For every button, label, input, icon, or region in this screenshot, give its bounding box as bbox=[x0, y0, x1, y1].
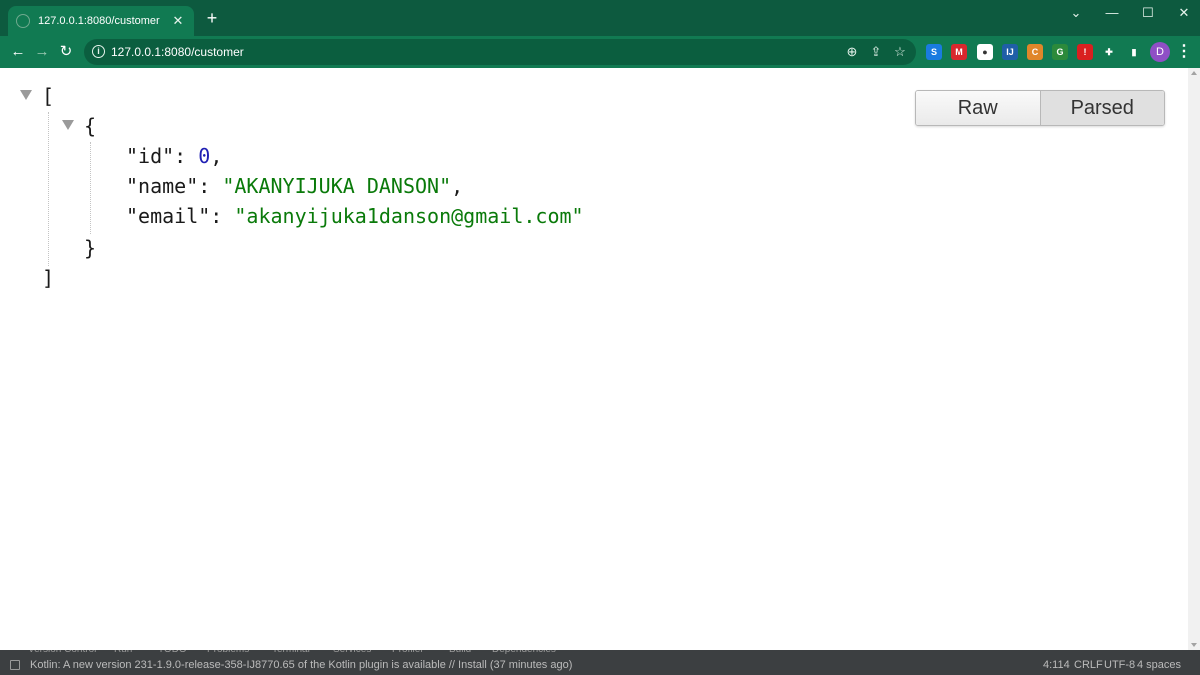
page-viewport: [ { "id": 0, "name": "AKANYIJUKA DANSON",… bbox=[0, 68, 1188, 650]
json-separator: : bbox=[210, 204, 235, 228]
json-field-row: "id": 0, bbox=[126, 144, 222, 168]
share-icon[interactable]: ⇪ bbox=[868, 44, 884, 60]
object-close-brace: } bbox=[84, 236, 97, 260]
json-trailing-comma: , bbox=[210, 144, 223, 168]
browser-toolbar: ← → ↻ i 127.0.0.1:8080/customer ⊕ ⇪ ☆ SM… bbox=[0, 36, 1200, 68]
object-open-brace: { bbox=[84, 114, 97, 138]
tab-close-icon[interactable]: ✕ bbox=[170, 13, 186, 29]
raw-button[interactable]: Raw bbox=[916, 91, 1040, 125]
tool-window-tab[interactable]: Terminal bbox=[272, 650, 310, 655]
tab-title: 127.0.0.1:8080/customer bbox=[38, 15, 160, 27]
puzzle-extension-icon[interactable]: ✚ bbox=[1101, 44, 1117, 60]
maximize-icon[interactable]: ☐ bbox=[1128, 2, 1168, 24]
tool-window-tab[interactable]: Problems bbox=[207, 650, 249, 655]
indent-setting[interactable]: 4 spaces bbox=[1137, 659, 1181, 671]
caret-position[interactable]: 4:114 bbox=[1043, 659, 1070, 671]
mega-extension-icon[interactable]: M bbox=[951, 44, 967, 60]
globe-extension-icon[interactable]: G bbox=[1052, 44, 1068, 60]
file-encoding[interactable]: UTF-8 bbox=[1104, 659, 1135, 671]
status-message[interactable]: Kotlin: A new version 231-1.9.0-release-… bbox=[30, 659, 572, 671]
json-separator: : bbox=[174, 144, 199, 168]
tool-window-tab[interactable]: TODO bbox=[158, 650, 187, 655]
json-value: 0 bbox=[198, 144, 211, 168]
zoom-icon[interactable]: ⊕ bbox=[844, 44, 860, 60]
collapse-object-triangle-icon[interactable] bbox=[62, 120, 74, 130]
browser-tab-strip: 127.0.0.1:8080/customer ✕ + ⌄ — ☐ ✕ bbox=[0, 0, 1200, 36]
tool-window-tab[interactable]: Services bbox=[333, 650, 371, 655]
tool-window-tab[interactable]: Build bbox=[449, 650, 471, 655]
active-tab[interactable]: 127.0.0.1:8080/customer ✕ bbox=[8, 6, 194, 36]
collapse-array-triangle-icon[interactable] bbox=[20, 90, 32, 100]
array-open-bracket: [ bbox=[42, 84, 55, 108]
site-info-icon[interactable]: i bbox=[92, 45, 105, 58]
capture-extension-icon[interactable]: C bbox=[1027, 44, 1043, 60]
tool-window-toggle-icon[interactable] bbox=[10, 660, 20, 670]
vertical-scrollbar[interactable] bbox=[1188, 68, 1200, 650]
json-key: "email" bbox=[126, 204, 211, 228]
tab-search-chevron-icon[interactable]: ⌄ bbox=[1056, 2, 1096, 24]
back-arrow-icon[interactable]: ← bbox=[8, 42, 28, 62]
shield-extension-icon[interactable]: ! bbox=[1077, 44, 1093, 60]
forward-arrow-icon[interactable]: → bbox=[32, 42, 52, 62]
json-value: "akanyijuka1danson@gmail.com" bbox=[234, 204, 584, 228]
address-bar[interactable]: i 127.0.0.1:8080/customer ⊕ ⇪ ☆ bbox=[84, 39, 916, 65]
globe-favicon-icon bbox=[16, 14, 30, 28]
browser-menu-icon[interactable]: ⋮ bbox=[1176, 42, 1192, 62]
object-indent-guide bbox=[90, 142, 91, 234]
json-key: "name" bbox=[126, 174, 199, 198]
new-tab-plus-icon[interactable]: + bbox=[202, 8, 222, 28]
profile-avatar[interactable]: D bbox=[1150, 42, 1170, 62]
json-value: "AKANYIJUKA DANSON" bbox=[222, 174, 452, 198]
array-close-bracket: ] bbox=[42, 266, 55, 290]
json-key: "id" bbox=[126, 144, 175, 168]
tool-window-tab[interactable]: Profiler bbox=[392, 650, 424, 655]
tool-window-tab[interactable]: Dependencies bbox=[492, 650, 556, 655]
ide-status-bar: Kotlin: A new version 231-1.9.0-release-… bbox=[0, 656, 1200, 675]
scroll-up-arrow-icon[interactable] bbox=[1191, 71, 1197, 75]
line-ending[interactable]: CRLF bbox=[1074, 659, 1103, 671]
tool-window-tab[interactable]: Version Control bbox=[28, 650, 96, 655]
shazam-extension-icon[interactable]: S bbox=[926, 44, 942, 60]
parsed-button[interactable]: Parsed bbox=[1039, 91, 1164, 125]
json-separator: : bbox=[198, 174, 223, 198]
tool-window-tab[interactable]: Run bbox=[114, 650, 132, 655]
minimize-icon[interactable]: — bbox=[1092, 2, 1132, 24]
array-indent-guide bbox=[48, 112, 49, 266]
scroll-down-arrow-icon[interactable] bbox=[1191, 643, 1197, 647]
translate-extension-icon[interactable]: IJ bbox=[1002, 44, 1018, 60]
sidepanel-extension-icon[interactable]: ▮ bbox=[1126, 44, 1142, 60]
json-field-row: "name": "AKANYIJUKA DANSON", bbox=[126, 174, 463, 198]
address-url[interactable]: 127.0.0.1:8080/customer bbox=[111, 45, 244, 59]
reload-icon[interactable]: ↻ bbox=[56, 42, 76, 62]
json-field-row: "email": "akanyijuka1danson@gmail.com" bbox=[126, 204, 584, 228]
close-window-icon[interactable]: ✕ bbox=[1164, 2, 1200, 24]
json-trailing-comma: , bbox=[451, 174, 464, 198]
raw-parsed-toggle: Raw Parsed bbox=[915, 90, 1165, 126]
circle-extension-icon[interactable]: ● bbox=[977, 44, 993, 60]
bookmark-star-icon[interactable]: ☆ bbox=[892, 44, 908, 60]
